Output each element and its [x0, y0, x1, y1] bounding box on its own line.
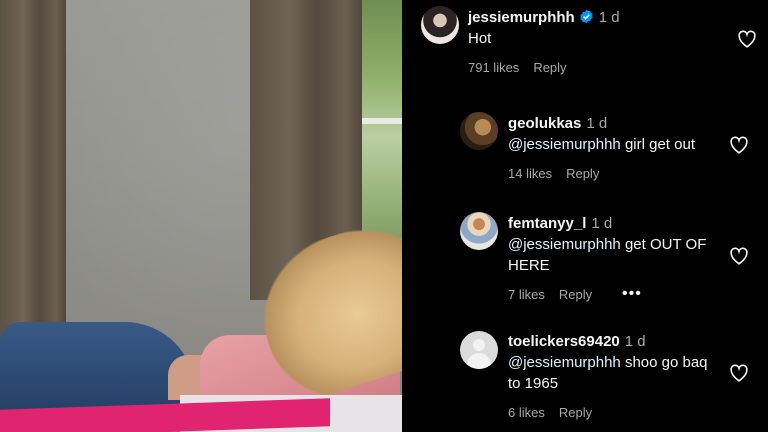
comment-mention[interactable]: @jessiemurphhh	[508, 354, 621, 371]
comment-meta: 6 likes Reply	[508, 405, 592, 421]
avatar[interactable]	[460, 112, 498, 150]
comment-header: toelickers69420 1 d	[508, 333, 646, 351]
like-count[interactable]: 6 likes	[508, 405, 545, 420]
like-count[interactable]: 7 likes	[508, 287, 545, 302]
default-avatar-body	[467, 353, 491, 369]
more-options-icon[interactable]: •••	[622, 285, 642, 303]
media-window-frame	[362, 118, 402, 124]
comment-header: geolukkas 1 d	[508, 115, 607, 133]
comment-text: @jessiemurphhh get OUT OF HERE	[508, 234, 730, 276]
comment-header: femtanyy_l 1 d	[508, 215, 612, 233]
comment-body: Hot	[468, 30, 492, 47]
reply-button[interactable]: Reply	[559, 287, 592, 302]
comment-text: Hot	[468, 28, 708, 49]
comment-text: @jessiemurphhh shoo go baq to 1965	[508, 352, 708, 394]
comment-meta: 14 likes Reply	[508, 166, 599, 182]
comment-item: geolukkas 1 d @jessiemurphhh girl get out…	[402, 108, 768, 188]
media-curtain-left	[0, 0, 66, 360]
comment-username[interactable]: jessiemurphhh	[468, 9, 575, 26]
comment-timestamp: 1 d	[591, 215, 613, 232]
comment-item: femtanyy_l 1 d @jessiemurphhh get OUT OF …	[402, 208, 768, 308]
avatar[interactable]	[421, 6, 459, 44]
comment-timestamp: 1 d	[624, 333, 646, 350]
comment-meta: 7 likes Reply	[508, 287, 592, 303]
comment-meta: 791 likes Reply	[468, 60, 567, 76]
comment-item: jessiemurphhh 1 d Hot 791 likes Reply	[402, 0, 768, 90]
avatar[interactable]	[460, 331, 498, 369]
reply-button[interactable]: Reply	[559, 405, 592, 420]
comment-timestamp: 1 d	[598, 9, 620, 26]
comment-mention[interactable]: @jessiemurphhh	[508, 136, 621, 153]
post-media-image[interactable]	[0, 0, 402, 432]
reply-button[interactable]: Reply	[566, 166, 599, 181]
heart-outline-icon[interactable]	[729, 247, 749, 265]
avatar[interactable]	[460, 212, 498, 250]
comments-panel: jessiemurphhh 1 d Hot 791 likes Reply geol…	[402, 0, 768, 432]
default-avatar-head	[473, 339, 485, 351]
comment-timestamp: 1 d	[586, 115, 608, 132]
reply-button[interactable]: Reply	[533, 60, 566, 75]
comment-mention[interactable]: @jessiemurphhh	[508, 236, 621, 253]
comment-item: toelickers69420 1 d @jessiemurphhh shoo g…	[402, 327, 768, 432]
comment-body: girl get out	[620, 136, 695, 153]
comment-username[interactable]: toelickers69420	[508, 333, 620, 350]
heart-outline-icon[interactable]	[729, 364, 749, 382]
comment-header: jessiemurphhh 1 d	[468, 9, 620, 27]
comment-username[interactable]: femtanyy_l	[508, 215, 586, 232]
heart-outline-icon[interactable]	[737, 30, 757, 48]
like-count[interactable]: 14 likes	[508, 166, 552, 181]
comment-username[interactable]: geolukkas	[508, 115, 581, 132]
verified-badge-icon	[579, 9, 593, 24]
comment-text: @jessiemurphhh girl get out	[508, 134, 733, 155]
like-count[interactable]: 791 likes	[468, 60, 519, 75]
media-window	[362, 0, 402, 250]
heart-outline-icon[interactable]	[729, 136, 749, 154]
